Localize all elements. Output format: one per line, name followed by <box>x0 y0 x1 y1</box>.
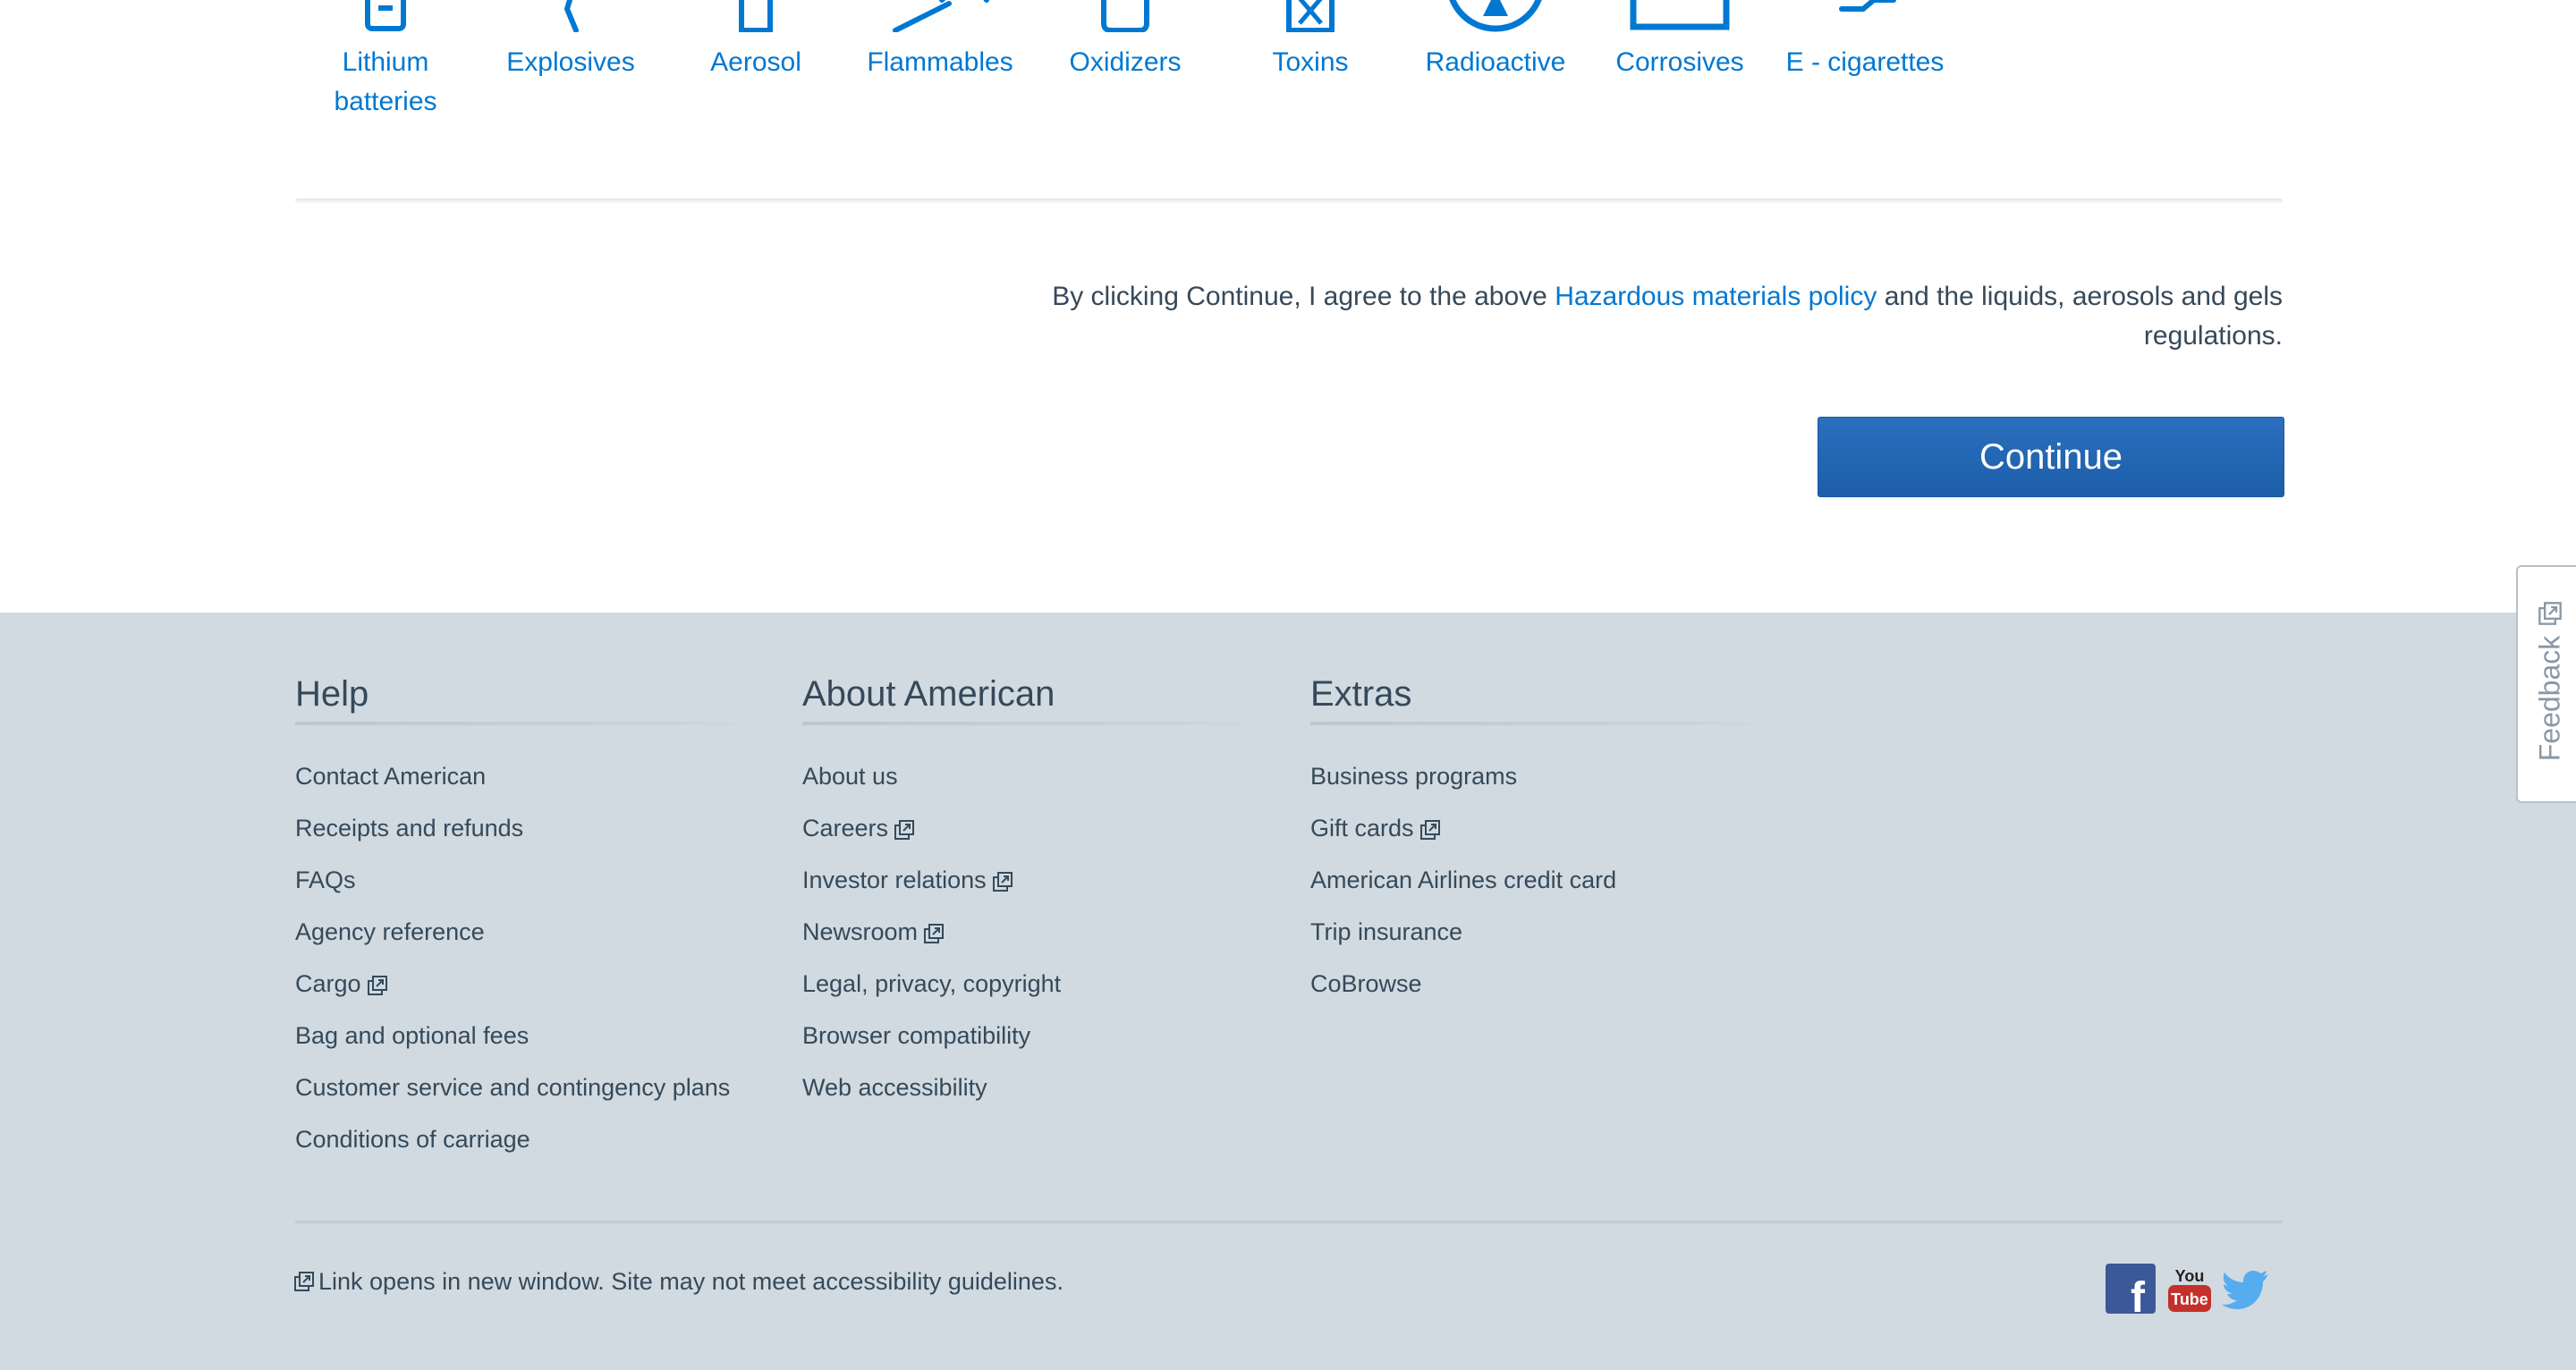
radioactive-icon <box>1449 0 1542 32</box>
footer-link-newsroom[interactable]: Newsroom <box>802 906 1267 958</box>
footer-link-conditions-of-carriage[interactable]: Conditions of carriage <box>295 1113 760 1165</box>
agreement-suffix: and the liquids, aerosols and gels regul… <box>1877 282 2283 351</box>
facebook-icon[interactable]: f <box>2106 1264 2156 1314</box>
hazard-label: Toxins <box>1272 47 1349 77</box>
facebook-logo-text: f <box>2131 1274 2146 1314</box>
youtube-logo-you: You <box>2175 1267 2205 1285</box>
section-divider <box>295 199 2283 204</box>
footer-link-customer-service[interactable]: Customer service and contingency plans <box>295 1061 760 1113</box>
external-link-icon <box>1419 819 1440 840</box>
footer-link-contact-american[interactable]: Contact American <box>295 750 760 802</box>
footer-link-careers[interactable]: Careers <box>802 802 1267 854</box>
continue-button[interactable]: Continue <box>1818 417 2284 497</box>
footer-link-bag-and-optional-fees[interactable]: Bag and optional fees <box>295 1010 760 1061</box>
column-title: About American <box>802 674 1055 714</box>
youtube-logo-tube: Tube <box>2171 1290 2208 1308</box>
agreement-prefix: By clicking Continue, I agree to the abo… <box>1052 282 1555 311</box>
oxidizer-icon <box>1101 0 1149 32</box>
column-rule <box>1310 722 1775 725</box>
toxin-icon <box>1286 0 1335 32</box>
footer-link-web-accessibility[interactable]: Web accessibility <box>802 1061 1267 1113</box>
footer-link-receipts-and-refunds[interactable]: Receipts and refunds <box>295 802 760 854</box>
twitter-icon[interactable] <box>2222 1264 2272 1314</box>
hazard-label: E - cigarettes <box>1785 47 1945 77</box>
external-link-icon <box>992 871 1013 892</box>
footer-column-extras: Extras Business programs Gift cards Amer… <box>1310 666 1775 1010</box>
footer-link-business-programs[interactable]: Business programs <box>1310 750 1775 802</box>
hazard-label: Flammables <box>867 47 1013 77</box>
corrosive-icon <box>1630 0 1730 30</box>
youtube-icon[interactable]: You Tube <box>2165 1264 2215 1314</box>
footer-link-agency-reference[interactable]: Agency reference <box>295 906 760 958</box>
hazard-label: Corrosives <box>1615 47 1744 77</box>
footer-link-browser-compatibility[interactable]: Browser compatibility <box>802 1010 1267 1061</box>
footer-column-help: Help Contact American Receipts and refun… <box>295 666 760 1165</box>
hazard-label: Aerosol <box>710 47 801 77</box>
column-rule <box>802 722 1267 725</box>
footer-link-investor-relations[interactable]: Investor relations <box>802 854 1267 906</box>
hazard-label: Radioactive <box>1425 47 1566 77</box>
footer-link-legal-privacy-copyright[interactable]: Legal, privacy, copyright <box>802 958 1267 1010</box>
battery-icon <box>365 0 406 31</box>
footer-link-credit-card[interactable]: American Airlines credit card <box>1310 854 1775 906</box>
external-link-note: Link opens in new window. Site may not m… <box>293 1264 1063 1299</box>
footer-link-cargo[interactable]: Cargo <box>295 958 760 1010</box>
content-area: Lithium batteries Explosives Aerosol Fla… <box>0 0 2576 613</box>
external-link-icon <box>894 819 915 840</box>
footer-link-about-us[interactable]: About us <box>802 750 1267 802</box>
hazardous-materials-policy-link[interactable]: Hazardous materials policy <box>1555 282 1877 311</box>
feedback-label: Feedback <box>2533 635 2566 761</box>
column-title: Help <box>295 674 369 714</box>
note-text: Link opens in new window. Site may not m… <box>318 1268 1063 1295</box>
explosive-icon <box>564 0 579 32</box>
external-link-icon <box>367 975 387 995</box>
footer: Help Contact American Receipts and refun… <box>0 613 2576 1370</box>
footer-link-gift-cards[interactable]: Gift cards <box>1310 802 1775 854</box>
external-link-icon <box>2538 602 2562 625</box>
agreement-text: By clicking Continue, I agree to the abo… <box>941 277 2283 356</box>
hazard-label: Explosives <box>506 47 635 77</box>
footer-link-faqs[interactable]: FAQs <box>295 854 760 906</box>
footer-link-trip-insurance[interactable]: Trip insurance <box>1310 906 1775 958</box>
footer-divider <box>295 1221 2283 1223</box>
external-link-icon <box>294 1272 314 1291</box>
footer-link-cobrowse[interactable]: CoBrowse <box>1310 958 1775 1010</box>
column-rule <box>295 722 760 725</box>
external-link-icon <box>924 923 945 943</box>
column-title: Extras <box>1310 674 1412 714</box>
feedback-tab[interactable]: Feedback <box>2516 565 2576 803</box>
footer-column-about: About American About us Careers Investor… <box>802 666 1267 1113</box>
aerosol-icon <box>739 0 773 32</box>
hazard-label: Oxidizers <box>1069 47 1182 77</box>
flammable-icon <box>893 0 989 32</box>
e-cigarette-icon <box>1839 0 1896 12</box>
hazard-label: Lithium batteries <box>334 47 437 116</box>
